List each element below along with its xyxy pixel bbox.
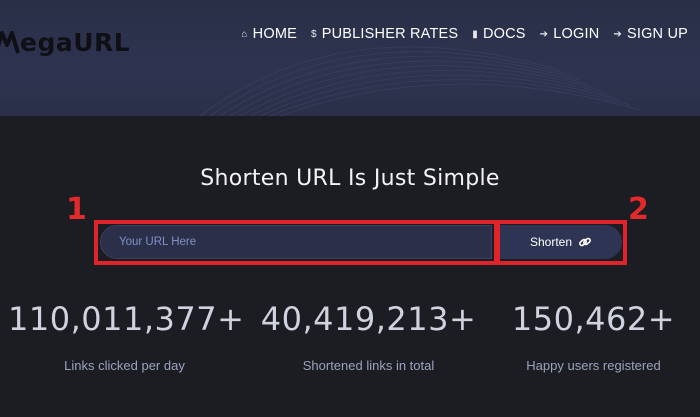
logo-text: egaURL — [20, 27, 131, 57]
logo-m-icon — [0, 31, 20, 54]
book-icon: ▮ — [472, 28, 478, 40]
annotation-box-1 — [94, 220, 500, 265]
nav-publisher-rates-label: PUBLISHER RATES — [321, 26, 459, 42]
nav-docs-label: DOCS — [482, 26, 526, 42]
stat-value: 110,011,377+ — [8, 300, 245, 338]
annotation-box-2 — [494, 220, 627, 265]
nav-sign-up-label: SIGN UP — [626, 26, 688, 42]
stat-shortened-links: 40,419,213+ Shortened links in total — [252, 300, 485, 373]
nav-home-label: HOME — [252, 26, 297, 42]
dollar-icon: $ — [310, 28, 317, 40]
nav-publisher-rates[interactable]: $ PUBLISHER RATES — [311, 26, 458, 42]
site-header: egaURL ⌂ HOME $ PUBLISHER RATES ▮ DOCS ➔… — [0, 0, 700, 116]
nav-login-label: LOGIN — [553, 26, 600, 42]
sign-in-icon: ➔ — [613, 28, 622, 40]
nav-docs[interactable]: ▮ DOCS — [472, 26, 525, 42]
stat-links-clicked: 110,011,377+ Links clicked per day — [8, 300, 245, 373]
annotation-marker-2: 2 — [628, 192, 649, 227]
stat-value: 40,419,213+ — [260, 300, 477, 338]
sign-in-icon: ➔ — [539, 28, 549, 40]
home-icon: ⌂ — [241, 28, 248, 40]
stat-label: Links clicked per day — [64, 358, 185, 373]
stat-happy-users: 150,462+ Happy users registered — [477, 300, 700, 373]
annotation-marker-1: 1 — [66, 192, 87, 227]
stat-label: Happy users registered — [526, 358, 661, 373]
stat-value: 150,462+ — [511, 300, 676, 338]
nav-sign-up[interactable]: ➔ SIGN UP — [613, 26, 688, 42]
stat-label: Shortened links in total — [302, 358, 435, 373]
nav-login[interactable]: ➔ LOGIN — [540, 26, 600, 42]
logo[interactable]: egaURL — [0, 20, 130, 64]
main-nav: ⌂ HOME $ PUBLISHER RATES ▮ DOCS ➔ LOGIN … — [241, 26, 688, 42]
nav-home[interactable]: ⌂ HOME — [241, 26, 297, 42]
hero-title: Shorten URL Is Just Simple — [200, 166, 500, 191]
